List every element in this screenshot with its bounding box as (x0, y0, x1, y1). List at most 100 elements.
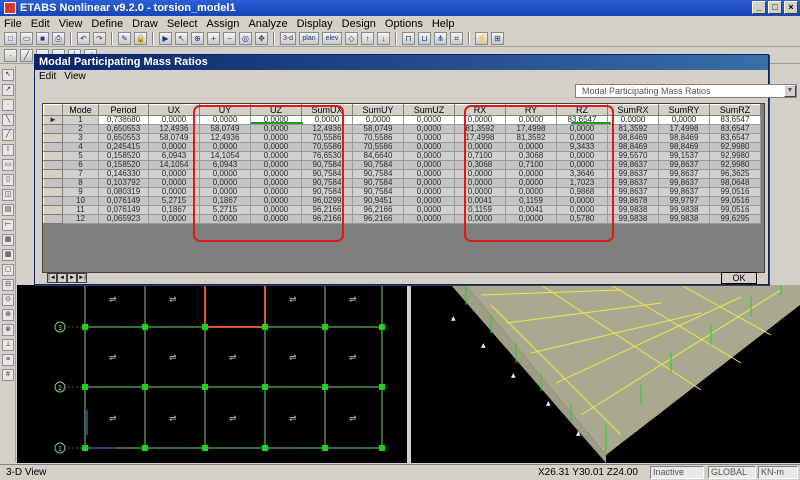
table-cell[interactable]: 96,2166 (352, 214, 404, 224)
show-deformed-icon[interactable]: ⊓ (402, 32, 415, 45)
snap-perp-icon[interactable]: ⊥ (2, 339, 14, 351)
zoom-in-icon[interactable]: + (207, 32, 220, 45)
table-row[interactable]: ► 1 0,738680 0,0000 0,0000 0,0000 0,0000 0,0000… (43, 115, 761, 125)
minimize-button[interactable]: _ (752, 1, 766, 14)
pan-icon[interactable]: ✥ (255, 32, 268, 45)
draw-dimension-icon[interactable]: ⊢ (2, 219, 14, 231)
row-selector[interactable] (43, 178, 63, 188)
snap-grid-icon[interactable]: # (2, 369, 14, 381)
table-cell[interactable]: 99,6295 (709, 214, 761, 224)
edit-pencil-icon[interactable]: ✎ (118, 32, 131, 45)
coord-system-select[interactable]: GLOBAL (708, 466, 756, 479)
table-cell[interactable]: 12 (62, 214, 99, 224)
view-plan-button[interactable]: plan (299, 32, 319, 45)
menu-file[interactable]: File (4, 18, 22, 30)
table-row[interactable]: 8 0,103792 0,0000 0,0000 0,0000 90,7584 90,758… (43, 178, 761, 188)
design-steel-icon[interactable]: ⊞ (491, 32, 504, 45)
show-members-icon[interactable]: ⌗ (450, 32, 463, 45)
last-record-button[interactable]: ►| (77, 273, 87, 283)
table-row[interactable]: 6 0,158520 14,1054 6,0943 0,0000 90,7584 90,75… (43, 160, 761, 170)
move-up-icon[interactable]: ↑ (361, 32, 374, 45)
perspective-icon[interactable]: ◇ (345, 32, 358, 45)
column-header-sumrz[interactable]: SumRZ (709, 104, 761, 116)
table-row[interactable]: 2 0,650553 12,4936 58,0749 0,0000 12,4936 58,0… (43, 124, 761, 134)
select-all-icon[interactable]: ▦ (2, 234, 14, 246)
menu-analyze[interactable]: Analyze (248, 18, 287, 30)
menu-help[interactable]: Help (432, 18, 455, 30)
table-row[interactable]: 12 0,065923 0,0000 0,0000 0,0000 96,2166 96,21… (43, 214, 761, 224)
table-row[interactable]: 9 0,080319 0,0000 0,0000 0,0000 90,7584 90,758… (43, 187, 761, 197)
row-selector[interactable] (43, 160, 63, 170)
row-selector[interactable] (43, 124, 63, 134)
select-prev-icon[interactable]: ▩ (2, 249, 14, 261)
row-selector[interactable] (43, 196, 63, 206)
menu-options[interactable]: Options (385, 18, 423, 30)
draw-line-icon[interactable]: ╲ (2, 114, 14, 126)
draw-line-icon[interactable]: ╱ (20, 49, 33, 62)
chevron-down-icon[interactable]: ▼ (784, 85, 796, 97)
save-icon[interactable]: ■ (36, 32, 49, 45)
lock-icon[interactable]: 🔒 (134, 32, 147, 45)
plan-view[interactable]: ⇌ ⇌ ⇌ ⇌ ⇌ ⇌ ⇌ ⇌ ⇌ ⇌ ⇌ ⇌ ⇌ ⇌ 3 2 1 (17, 285, 407, 463)
menu-select[interactable]: Select (167, 18, 198, 30)
menu-edit[interactable]: Edit (31, 18, 50, 30)
clear-select-icon[interactable]: ▢ (2, 264, 14, 276)
pointer-icon[interactable]: ↖ (175, 32, 188, 45)
table-row[interactable]: 3 0,650553 58,0749 12,4936 0,0000 70,5586 70,5… (43, 133, 761, 143)
row-selector[interactable] (43, 214, 63, 224)
snap-lines-icon[interactable]: ≡ (2, 354, 14, 366)
dialog-menu-view[interactable]: View (64, 71, 86, 82)
row-selector[interactable] (43, 187, 63, 197)
row-selector[interactable] (43, 205, 63, 215)
next-record-button[interactable]: ► (67, 273, 77, 283)
draw-opening-icon[interactable]: ◫ (2, 189, 14, 201)
menu-assign[interactable]: Assign (206, 18, 239, 30)
table-row[interactable]: 10 0,076149 5,2715 0,1867 0,0000 96,0299 90,94… (43, 196, 761, 206)
zoom-extents-icon[interactable]: ◎ (239, 32, 252, 45)
ok-button[interactable]: OK (721, 272, 757, 284)
zoom-out-icon[interactable]: − (223, 32, 236, 45)
close-button[interactable]: × (784, 1, 798, 14)
prev-record-button[interactable]: ◄ (57, 273, 67, 283)
table-row[interactable]: 4 0,245415 0,0000 0,0000 0,0000 70,5586 70,558… (43, 142, 761, 152)
pointer-icon[interactable]: ↖ (2, 69, 14, 81)
row-selector[interactable] (43, 133, 63, 143)
show-forces-icon[interactable]: ⊔ (418, 32, 431, 45)
column-header-sumuy[interactable]: SumUY (352, 104, 404, 116)
draw-column-icon[interactable]: Ι (2, 144, 14, 156)
column-header-sumuz[interactable]: SumUZ (403, 104, 455, 116)
view-3d-button[interactable]: 3-d (280, 32, 296, 45)
menu-design[interactable]: Design (342, 18, 376, 30)
menu-view[interactable]: View (59, 18, 83, 30)
column-header-sumry[interactable]: SumRY (658, 104, 710, 116)
print-icon[interactable]: ⎙ (52, 32, 65, 45)
table-select-dropdown[interactable]: Modal Participating Mass Ratios ▼ (575, 84, 797, 98)
select-window-icon[interactable]: ⊟ (2, 279, 14, 291)
menu-draw[interactable]: Draw (132, 18, 158, 30)
draw-frame-icon[interactable]: ╱ (2, 129, 14, 141)
table-cell[interactable]: 0,065923 (98, 214, 149, 224)
row-selector[interactable] (43, 169, 63, 179)
maximize-button[interactable]: □ (768, 1, 782, 14)
units-select[interactable]: KN-m (758, 466, 798, 479)
snap-intersect-icon[interactable]: ⊗ (2, 324, 14, 336)
table-cell[interactable]: 99,9838 (658, 214, 710, 224)
view-elev-button[interactable]: elev (322, 32, 342, 45)
menu-define[interactable]: Define (91, 18, 123, 30)
open-file-icon[interactable]: ▭ (20, 32, 33, 45)
table-row[interactable]: 11 0,076149 0,1867 5,2715 0,0000 96,2166 96,21… (43, 205, 761, 215)
table-cell[interactable]: 99,9838 (607, 214, 659, 224)
draw-area-icon[interactable]: ▭ (2, 159, 14, 171)
draw-point-icon[interactable]: · (4, 49, 17, 62)
row-selector[interactable]: ► (43, 115, 63, 125)
row-selector[interactable] (43, 151, 63, 161)
move-down-icon[interactable]: ↓ (377, 32, 390, 45)
table-cell[interactable]: 0,0000 (148, 214, 200, 224)
draw-point-icon[interactable]: · (2, 99, 14, 111)
column-header-sumrx[interactable]: SumRX (607, 104, 659, 116)
first-record-button[interactable]: |◄ (47, 273, 57, 283)
undo-icon[interactable]: ↶ (77, 32, 90, 45)
3d-view[interactable]: ▲ ▲ ▲ ▲ ▲ (411, 285, 800, 463)
draw-slab-icon[interactable]: ▤ (2, 204, 14, 216)
snap-ends-icon[interactable]: ⊕ (2, 309, 14, 321)
